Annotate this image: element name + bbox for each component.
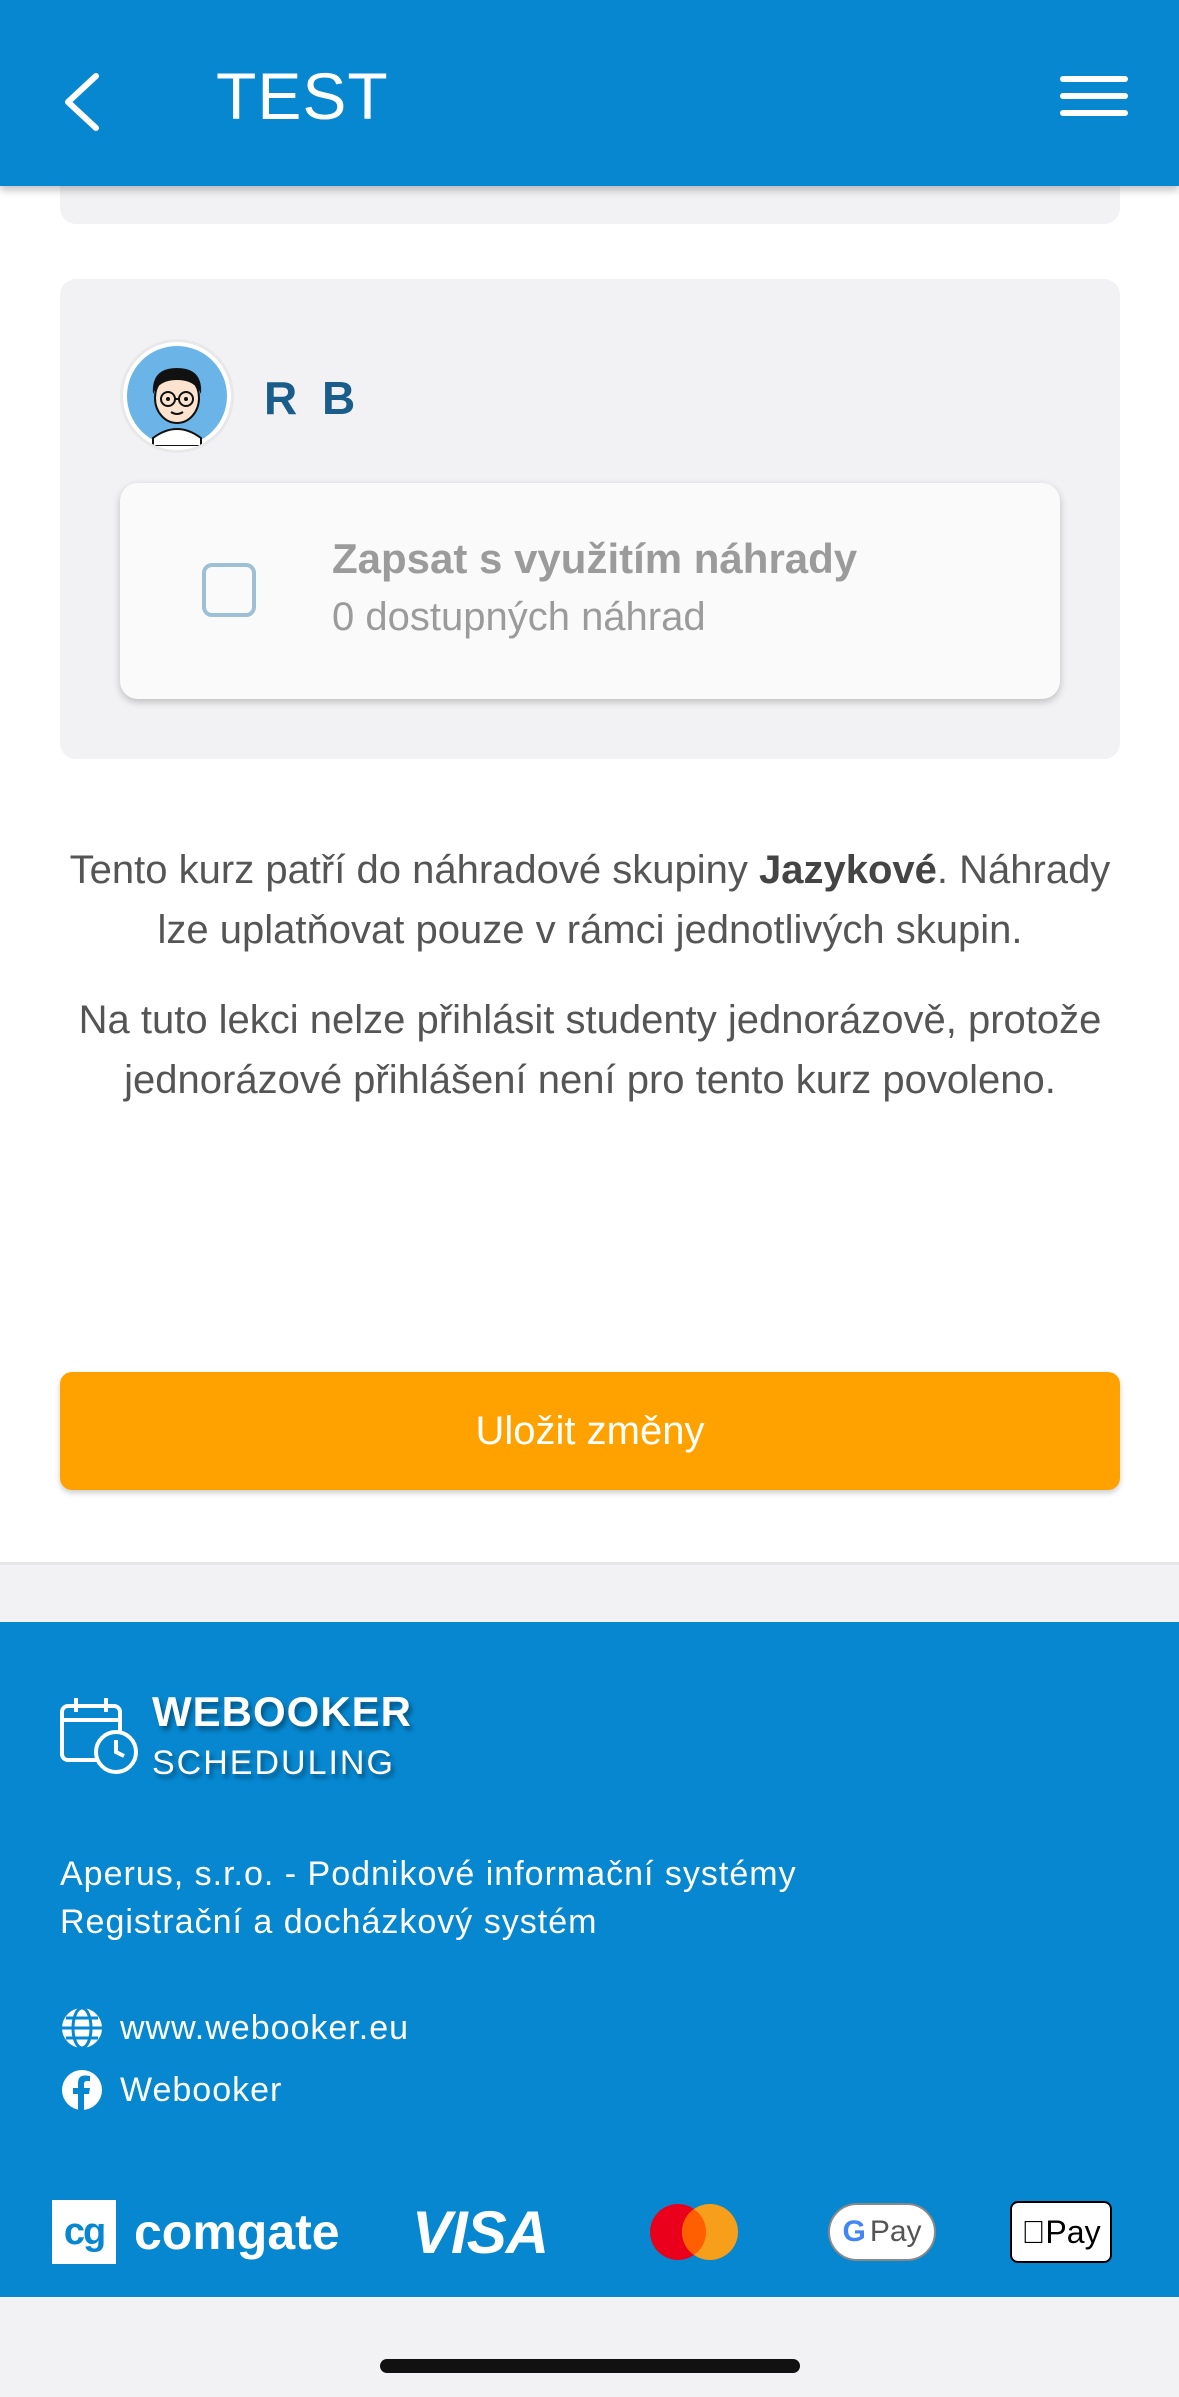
student-card: R B Zapsat s využitím náhrady 0 dostupný… [60, 279, 1120, 759]
mastercard-icon [650, 2204, 738, 2260]
option-title: Zapsat s využitím náhrady [332, 535, 858, 582]
brand-subtitle: SCHEDULING [152, 1744, 395, 1782]
calendar-clock-icon [60, 1698, 138, 1774]
google-pay-logo: G Pay [828, 2192, 936, 2272]
footer: WEBOOKER SCHEDULING Aperus, s.r.o. - Pod… [0, 1622, 1179, 2297]
apple-icon:  [1021, 2214, 1045, 2251]
brand-name: WEBOOKER [152, 1688, 412, 1735]
option-subtitle: 0 dostupných náhrad [332, 595, 706, 639]
chevron-left-icon [65, 73, 99, 131]
visa-logo: VISA [412, 2198, 549, 2266]
info-paragraph-single: Na tuto lekci nelze přihlásit studenty j… [78, 998, 1102, 1102]
facebook-icon [62, 2070, 102, 2110]
globe-icon [62, 2006, 102, 2050]
website-link[interactable]: www.webooker.eu [60, 2006, 409, 2050]
section-divider [0, 1562, 1179, 1622]
back-button[interactable] [52, 62, 112, 142]
home-indicator-area [0, 2297, 1179, 2397]
page-title: TEST [216, 59, 389, 133]
comgate-logo: cg comgate [52, 2192, 340, 2272]
replacement-option[interactable]: Zapsat s využitím náhrady 0 dostupných n… [120, 483, 1060, 699]
avatar [120, 339, 234, 453]
save-button[interactable]: Uložit změny [60, 1372, 1120, 1490]
student-name: R B [264, 372, 362, 424]
info-text: Tento kurz patří do náhradové skupiny Ja… [60, 840, 1120, 1140]
payment-logos: cg comgate VISA GPay Pay [0, 2192, 1179, 2272]
hamburger-menu-icon[interactable] [1060, 76, 1128, 130]
student-avatar-icon [127, 346, 227, 446]
mastercard-logo [646, 2192, 742, 2272]
app-header: TEST [0, 0, 1179, 186]
replacement-checkbox[interactable] [202, 563, 256, 617]
home-indicator[interactable] [380, 2359, 800, 2373]
facebook-link[interactable]: Webooker [60, 2068, 282, 2112]
group-name: Jazykové [758, 848, 937, 892]
info-paragraph-group: Tento kurz patří do náhradové skupiny Ja… [69, 848, 1111, 952]
apple-pay-logo: Pay [1010, 2192, 1112, 2272]
company-info: Aperus, s.r.o. - Podnikové informační sy… [60, 1855, 797, 1941]
